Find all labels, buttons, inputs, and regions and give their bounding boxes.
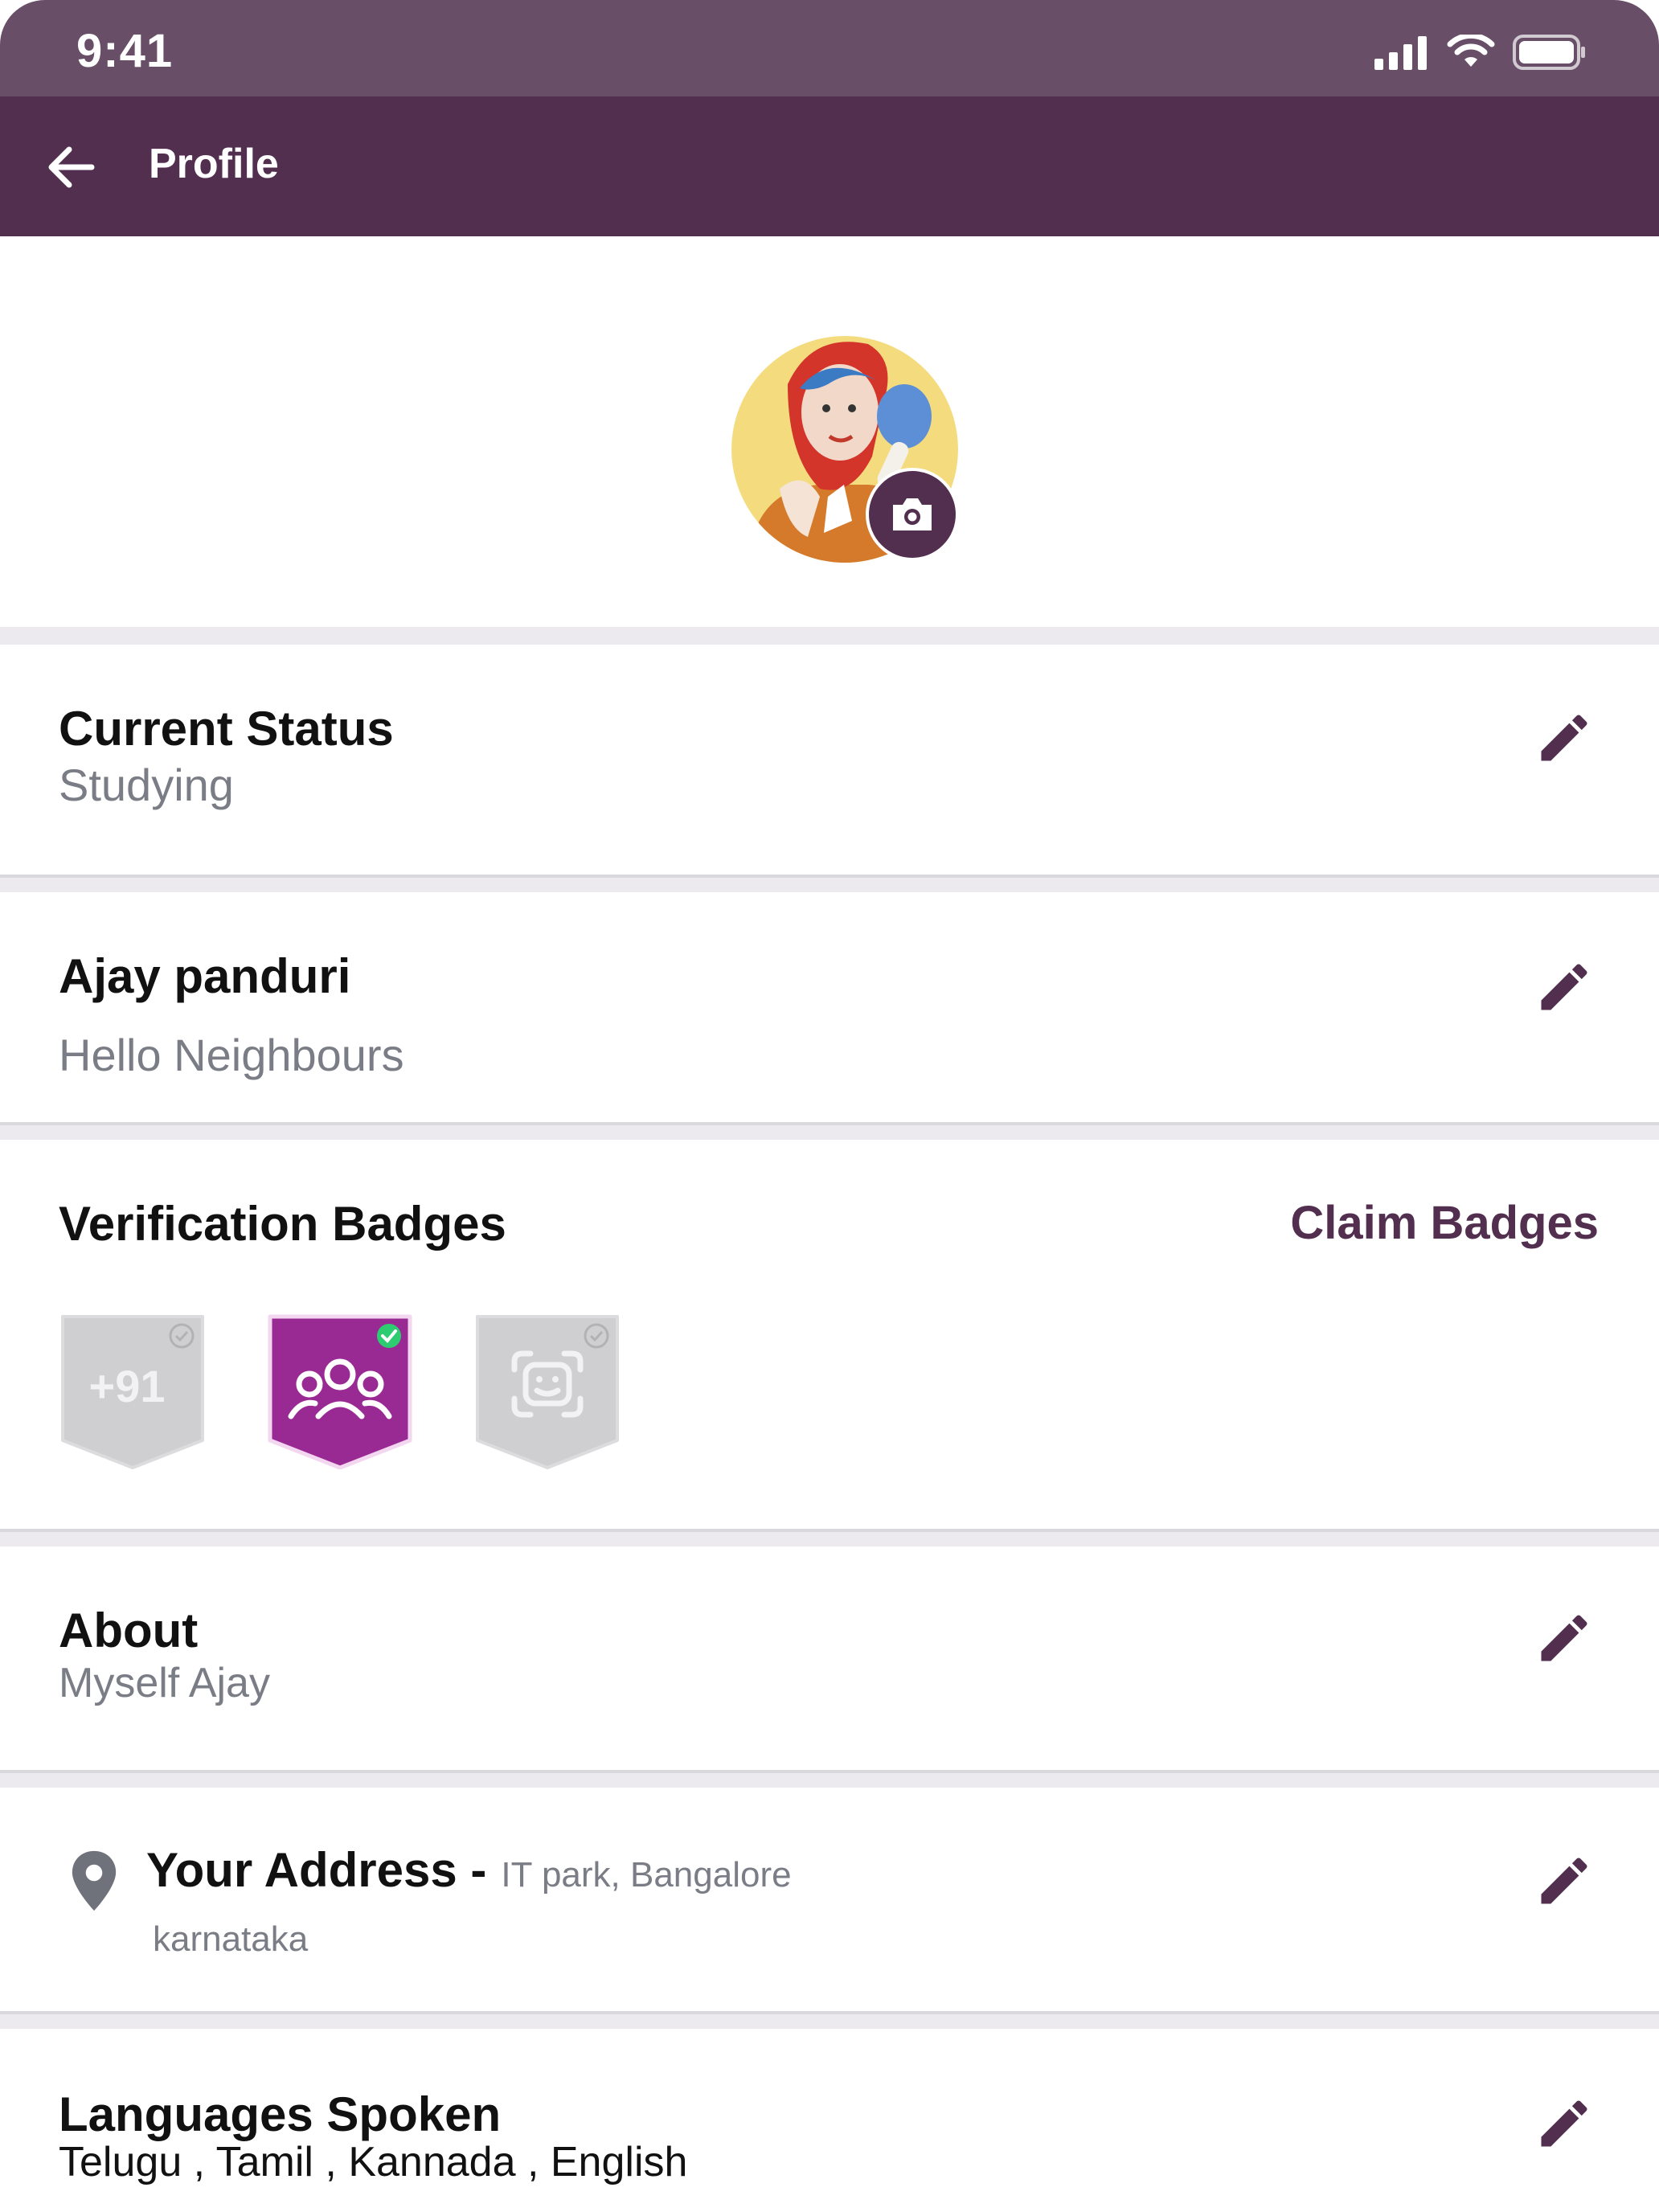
camera-icon — [893, 498, 932, 530]
pencil-icon — [1541, 1615, 1587, 1661]
claim-badges-link[interactable]: Claim Badges — [1290, 1196, 1599, 1250]
community-badge-icon — [268, 1314, 412, 1470]
location-pin-icon — [72, 1850, 117, 1911]
address-state: karnataka — [153, 1919, 309, 1959]
address-value: IT park, Bangalore — [501, 1855, 792, 1895]
section-divider — [0, 1773, 1659, 1788]
edit-status-button[interactable] — [1534, 707, 1595, 768]
profile-name: Ajay panduri — [59, 949, 351, 1003]
phone-badge-icon: +91 — [61, 1315, 204, 1469]
pencil-icon — [1541, 2100, 1587, 2147]
current-status-title: Current Status — [59, 702, 394, 756]
section-divider — [0, 627, 1659, 645]
languages-value: Telugu , Tamil , Kannada , English — [59, 2139, 688, 2185]
status-time: 9:41 — [76, 25, 174, 77]
profile-avatar-container — [731, 336, 959, 563]
phone-badge-label: +91 — [89, 1361, 166, 1411]
pencil-icon — [1541, 715, 1587, 761]
back-button[interactable] — [42, 138, 100, 196]
arrow-left-icon — [48, 146, 95, 188]
section-divider — [0, 1125, 1659, 1140]
about-title: About — [59, 1604, 199, 1657]
address-title: Your Address - — [146, 1843, 487, 1897]
about-value: Myself Ajay — [59, 1660, 270, 1706]
edit-name-button[interactable] — [1534, 956, 1595, 1018]
app-bar: Profile — [0, 96, 1659, 236]
battery-icon — [1513, 35, 1585, 70]
profile-bio: Hello Neighbours — [59, 1030, 404, 1080]
languages-title: Languages Spoken — [59, 2087, 502, 2141]
page-title: Profile — [149, 141, 279, 187]
current-status-value: Studying — [59, 760, 234, 810]
status-bar: 9:41 — [0, 0, 1659, 96]
edit-address-button[interactable] — [1534, 1850, 1595, 1911]
face-id-badge-icon — [476, 1315, 619, 1469]
address-row: Your Address - IT park, Bangalore — [146, 1842, 792, 1898]
pencil-icon — [1541, 964, 1587, 1010]
signal-icon — [1374, 36, 1427, 70]
pencil-icon — [1541, 1858, 1587, 1904]
verification-badges-title: Verification Badges — [59, 1197, 506, 1251]
change-photo-button[interactable] — [866, 468, 959, 561]
edit-about-button[interactable] — [1534, 1608, 1595, 1669]
section-divider — [0, 1532, 1659, 1546]
wifi-icon — [1447, 35, 1495, 67]
edit-languages-button[interactable] — [1534, 2093, 1595, 2154]
community-badge[interactable] — [265, 1312, 415, 1470]
status-icons — [1374, 32, 1587, 72]
phone-badge[interactable]: +91 — [58, 1312, 207, 1469]
face-id-badge[interactable] — [473, 1312, 622, 1469]
section-divider — [0, 878, 1659, 892]
section-divider — [0, 2014, 1659, 2029]
